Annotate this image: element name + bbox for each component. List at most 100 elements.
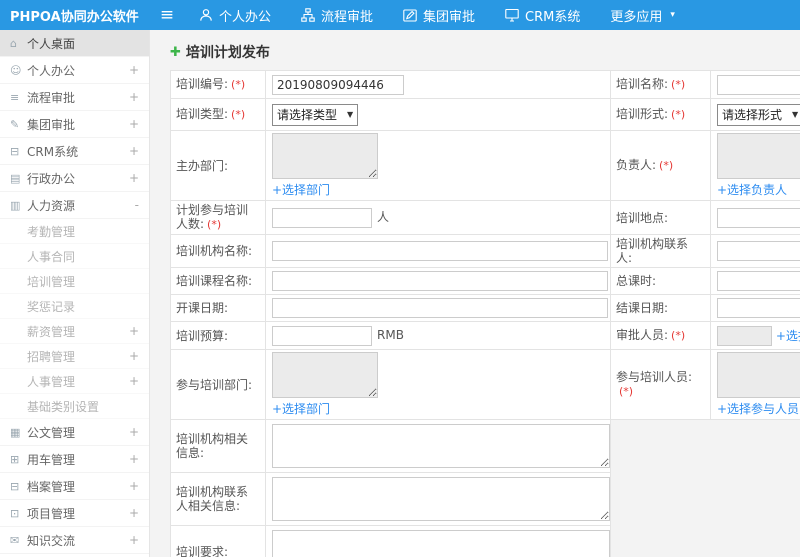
select-dept-link[interactable]: +选择部门	[272, 400, 330, 417]
required-mark: (*)	[231, 108, 246, 121]
join-dept-textarea[interactable]	[272, 352, 378, 398]
expand-icon[interactable]: +	[129, 349, 139, 363]
expand-icon[interactable]: +	[129, 90, 139, 104]
required-mark: (*)	[671, 108, 686, 121]
sidebar-item-knowledge[interactable]: ✉ 知识交流 +	[0, 527, 149, 554]
org-info-textarea[interactable]	[272, 424, 610, 468]
location-input[interactable]	[717, 207, 800, 228]
label-requirement: 培训要求:	[170, 525, 266, 557]
collapse-icon[interactable]: -	[135, 198, 139, 212]
sidebar-subitem-base-category[interactable]: 基础类别设置	[0, 394, 149, 419]
start-date-input[interactable]	[272, 298, 608, 318]
form-row: 培训要求:	[170, 525, 800, 557]
training-no-input[interactable]	[272, 74, 404, 95]
form-row: 培训机构相关信息:	[170, 419, 800, 473]
label-join-staff: 参与培训人员:(*)	[610, 349, 711, 420]
join-staff-textarea[interactable]	[717, 352, 800, 398]
sidebar-subitem-attendance[interactable]: 考勤管理	[0, 219, 149, 244]
caret-down-icon: ▾	[670, 10, 675, 20]
expand-icon[interactable]: +	[129, 374, 139, 388]
hamburger-icon[interactable]: ≡	[150, 0, 184, 30]
training-form-table: 培训编号:(*) 培训名称:(*) 培训类型:(*) 请选择类型▼ 培训形式:(…	[170, 70, 800, 557]
sidebar-item-crm[interactable]: ⊟ CRM系统 +	[0, 138, 149, 165]
label-budget: 培训预算:	[170, 321, 266, 350]
label-host-dept: 主办部门:	[170, 130, 266, 201]
approver-input[interactable]	[717, 326, 772, 347]
label-leader: 负责人: (*)	[610, 130, 711, 201]
sidebar-item-personal-office[interactable]: ☺ 个人办公 +	[0, 57, 149, 84]
expand-icon[interactable]: +	[129, 425, 139, 439]
label-training-no: 培训编号: (*)	[170, 70, 266, 99]
select-arrow-icon: ▼	[792, 110, 799, 119]
top-nav: 个人办公 流程审批 集团审批 CRM系统 更多应用 ▾	[184, 0, 690, 30]
label-location: 培训地点:	[610, 200, 711, 235]
label-org-info: 培训机构相关信息:	[170, 419, 266, 473]
expand-icon[interactable]: +	[129, 144, 139, 158]
sidebar-item-archive[interactable]: ⊟ 档案管理 +	[0, 473, 149, 500]
sidebar-subitem-rewards[interactable]: 奖惩记录	[0, 294, 149, 319]
host-dept-textarea[interactable]	[272, 133, 378, 179]
label-org-contact-info: 培训机构联系人相关信息:	[170, 472, 266, 526]
sidebar-subitem-salary[interactable]: 薪资管理 +	[0, 319, 149, 344]
select-dept-link[interactable]: +选择部门	[272, 181, 330, 198]
expand-icon[interactable]: +	[129, 117, 139, 131]
label-training-type: 培训类型: (*)	[170, 98, 266, 131]
sidebar-item-project[interactable]: ⊡ 项目管理 +	[0, 500, 149, 527]
monitor-icon: ⊟	[10, 144, 20, 158]
expand-icon[interactable]: +	[129, 479, 139, 493]
sidebar-item-group-approval[interactable]: ✎ 集团审批 +	[0, 111, 149, 138]
expand-icon[interactable]: +	[129, 506, 139, 520]
sidebar-item-admin-office[interactable]: ▤ 行政办公 +	[0, 165, 149, 192]
user-icon	[199, 8, 213, 22]
expand-icon[interactable]: +	[129, 171, 139, 185]
expand-icon[interactable]: +	[129, 63, 139, 77]
nav-workflow-approval[interactable]: 流程审批	[286, 0, 388, 30]
car-icon: ⊞	[10, 452, 20, 466]
label-course-name: 培训课程名称:	[170, 267, 266, 295]
nav-personal-office[interactable]: 个人办公	[184, 0, 286, 30]
expand-icon[interactable]: +	[129, 324, 139, 338]
form-row: 培训类型: (*) 请选择类型 ▼ 培训形式: (*) 请选择形式 ▼	[170, 98, 800, 131]
monitor-icon	[505, 8, 519, 22]
sidebar-subitem-hr-contract[interactable]: 人事合同	[0, 244, 149, 269]
user-icon: ☺	[10, 63, 22, 77]
requirement-textarea[interactable]	[272, 530, 610, 557]
required-mark: (*)	[231, 78, 246, 91]
select-approver-link[interactable]: +选择审批人员	[776, 327, 800, 344]
nav-crm[interactable]: CRM系统	[490, 0, 595, 30]
nav-group-approval[interactable]: 集团审批	[388, 0, 490, 30]
project-icon: ⊡	[10, 506, 20, 520]
label-approver: 审批人员: (*)	[610, 321, 711, 350]
sidebar-item-vehicle[interactable]: ⊞ 用车管理 +	[0, 446, 149, 473]
sidebar-item-workflow-approval[interactable]: ≡ 流程审批 +	[0, 84, 149, 111]
expand-icon[interactable]: +	[129, 533, 139, 547]
expand-icon[interactable]: +	[129, 452, 139, 466]
label-training-mode: 培训形式: (*)	[610, 98, 711, 131]
org-contact-info-textarea[interactable]	[272, 477, 610, 521]
training-type-select[interactable]: 请选择类型 ▼	[272, 103, 359, 126]
label-total-hours: 总课时:	[610, 267, 711, 295]
end-date-input[interactable]	[717, 298, 800, 318]
org-contact-input[interactable]	[717, 241, 800, 261]
course-name-input[interactable]	[272, 271, 608, 291]
add-icon: ✚	[170, 44, 181, 60]
sidebar-subitem-training[interactable]: 培训管理	[0, 269, 149, 294]
select-leader-link[interactable]: +选择负责人	[717, 181, 787, 198]
training-name-input[interactable]	[717, 74, 800, 95]
training-mode-select[interactable]: 请选择形式 ▼	[717, 103, 800, 126]
sidebar-item-document[interactable]: ▦ 公文管理 +	[0, 419, 149, 446]
sidebar-subitem-recruit[interactable]: 招聘管理 +	[0, 344, 149, 369]
sidebar-item-desktop[interactable]: ⌂ 个人桌面	[0, 30, 149, 57]
budget-input[interactable]	[272, 325, 372, 346]
sidebar-subitem-personnel[interactable]: 人事管理 +	[0, 369, 149, 394]
select-arrow-icon: ▼	[347, 110, 354, 119]
sidebar-item-hr[interactable]: ▥ 人力资源 -	[0, 192, 149, 219]
planned-count-input[interactable]	[272, 207, 372, 228]
required-mark: (*)	[671, 329, 686, 342]
form-row: 主办部门: +选择部门 负责人: (*) +选择负责人	[170, 130, 800, 201]
leader-textarea[interactable]	[717, 133, 800, 179]
total-hours-input[interactable]	[717, 271, 800, 291]
nav-more-apps[interactable]: 更多应用 ▾	[595, 0, 690, 30]
select-join-staff-link[interactable]: +选择参与人员	[717, 400, 799, 417]
org-name-input[interactable]	[272, 241, 608, 261]
